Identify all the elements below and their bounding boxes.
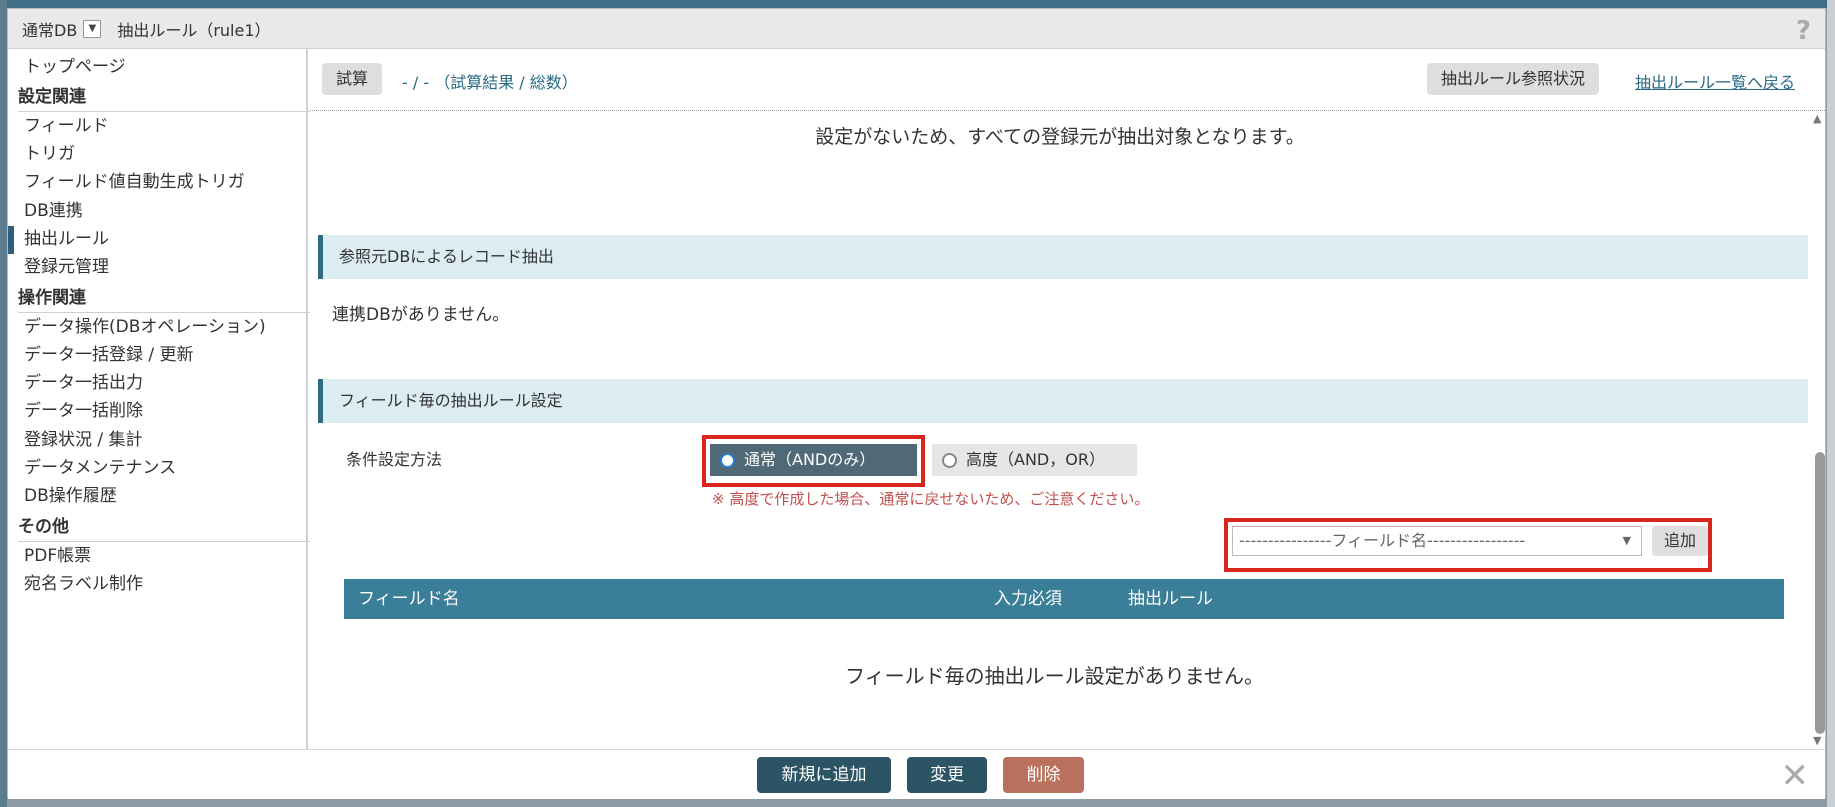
sidebar-item-address-label[interactable]: 宛名ラベル制作 — [22, 571, 143, 597]
db-type-select[interactable]: 通常DB ▼ — [22, 17, 102, 41]
empty-rule-message: フィールド毎の抽出ルール設定がありません。 — [845, 664, 1264, 688]
radio-unselected-icon — [942, 453, 957, 468]
rule-content-area: 設定がないため、すべての登録元が抽出対象となります。 参照元DBによるレコード抽… — [310, 112, 1810, 749]
sidebar-section-other: その他 — [18, 514, 310, 542]
sidebar-item-maintenance[interactable]: データメンテナンス — [22, 455, 176, 481]
no-setting-notice: 設定がないため、すべての登録元が抽出対象となります。 — [815, 126, 1305, 148]
sidebar-item-pdf-report[interactable]: PDF帳票 — [22, 543, 91, 569]
advanced-warning-text: ※ 高度で作成した場合、通常に戻せないため、ご注意ください。 — [712, 490, 1150, 508]
background-left-edge — [0, 0, 7, 807]
sidebar-item-bulk-register[interactable]: データ一括登録 / 更新 — [22, 342, 194, 368]
sidebar-item-db-history[interactable]: DB操作履歴 — [22, 483, 117, 509]
add-new-button[interactable]: 新規に追加 — [757, 757, 891, 793]
reference-status-button[interactable]: 抽出ルール参照状況 — [1427, 63, 1600, 95]
help-icon[interactable]: ? — [1796, 16, 1811, 46]
chevron-down-icon[interactable]: ▼ — [83, 19, 102, 38]
dialog-footer: 新規に追加 変更 削除 ✕ — [8, 749, 1825, 799]
scroll-down-icon[interactable]: ▼ — [1813, 734, 1821, 747]
column-field-name: フィールド名 — [358, 589, 460, 609]
radio-advanced-and-or[interactable]: 高度（AND，OR） — [932, 444, 1137, 476]
trial-result-text: - / - （試算結果 / 総数） — [402, 73, 578, 92]
sidebar-item-extraction-rule[interactable]: 抽出ルール — [8, 226, 109, 254]
sidebar-item-source-management[interactable]: 登録元管理 — [22, 254, 109, 280]
radio-selected-icon — [720, 453, 735, 468]
field-name-select[interactable]: ----------------フィールド名----------------- … — [1232, 526, 1642, 556]
no-linked-db-text: 連携DBがありません。 — [332, 305, 510, 325]
back-to-list-link[interactable]: 抽出ルール一覧へ戻る — [1635, 69, 1795, 93]
dialog-title: 抽出ルール（rule1） — [117, 20, 271, 40]
sidebar-section-settings: 設定関連 — [18, 84, 310, 112]
rule-toolbar: 試算 - / - （試算結果 / 総数） 抽出ルール参照状況 抽出ルール一覧へ戻… — [310, 49, 1827, 111]
background-right-edge — [1827, 0, 1835, 807]
column-extraction-rule: 抽出ルール — [1128, 589, 1213, 609]
sidebar-item-field[interactable]: フィールド — [22, 113, 109, 139]
sidebar-item-top-page[interactable]: トップページ — [22, 54, 126, 80]
close-icon[interactable]: ✕ — [1781, 756, 1810, 796]
change-button[interactable]: 変更 — [907, 757, 987, 793]
content-scrollbar[interactable]: ▲ ▼ — [1811, 112, 1827, 749]
field-name-select-value: ----------------フィールド名----------------- — [1239, 531, 1526, 550]
condition-method-label: 条件設定方法 — [346, 450, 443, 469]
trial-button[interactable]: 試算 — [322, 63, 383, 95]
sidebar: トップページ 設定関連 フィールド トリガ フィールド値自動生成トリガ DB連携… — [8, 49, 310, 749]
radio-advanced-label: 高度（AND，OR） — [966, 450, 1105, 469]
field-rule-section-header: フィールド毎の抽出ルール設定 — [318, 379, 1808, 423]
sidebar-section-operations: 操作関連 — [18, 285, 310, 313]
sidebar-item-trigger[interactable]: トリガ — [22, 141, 75, 167]
radio-normal-and[interactable]: 通常（ANDのみ） — [710, 444, 917, 476]
sidebar-item-data-operation[interactable]: データ操作(DBオペレーション) — [22, 314, 266, 340]
sidebar-item-status-summary[interactable]: 登録状況 / 集計 — [22, 427, 143, 453]
dialog-titlebar: 通常DB ▼ 抽出ルール（rule1） ? — [8, 9, 1825, 49]
radio-normal-label: 通常（ANDのみ） — [744, 450, 876, 469]
column-required: 入力必須 — [994, 589, 1062, 609]
sidebar-item-bulk-delete[interactable]: データ一括削除 — [22, 398, 143, 424]
scroll-up-icon[interactable]: ▲ — [1813, 112, 1821, 125]
delete-button[interactable]: 削除 — [1003, 757, 1084, 793]
extraction-rule-dialog: 通常DB ▼ 抽出ルール（rule1） ? トップページ 設定関連 フィールド … — [7, 8, 1827, 799]
sidebar-item-bulk-export[interactable]: データ一括出力 — [22, 370, 143, 396]
background-app-header — [0, 0, 1835, 8]
db-type-label: 通常DB — [22, 20, 78, 40]
sidebar-item-auto-trigger[interactable]: フィールド値自動生成トリガ — [22, 169, 245, 195]
reference-db-section-header: 参照元DBによるレコード抽出 — [318, 235, 1808, 279]
field-rule-table-header: フィールド名 入力必須 抽出ルール — [344, 579, 1784, 619]
scrollbar-thumb[interactable] — [1815, 452, 1825, 734]
chevron-down-icon: ▼ — [1622, 534, 1631, 547]
add-field-button[interactable]: 追加 — [1652, 526, 1709, 556]
sidebar-item-db-link[interactable]: DB連携 — [22, 198, 83, 224]
